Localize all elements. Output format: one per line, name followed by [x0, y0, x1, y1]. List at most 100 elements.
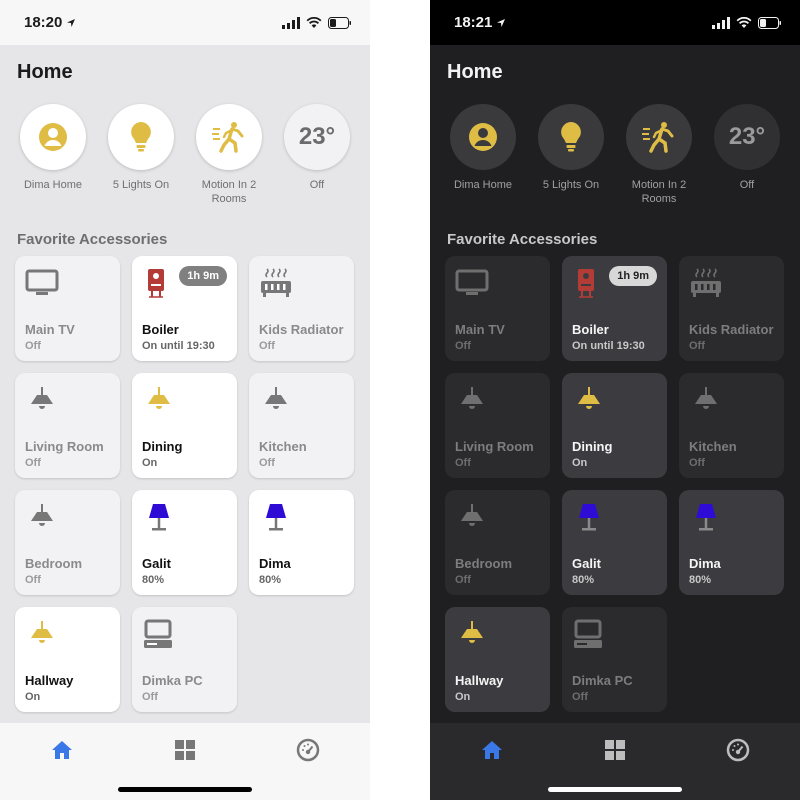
tab-dashboard[interactable] — [708, 737, 768, 763]
status-time: 18:21 — [454, 14, 493, 31]
tab-grid[interactable] — [585, 737, 645, 763]
tile-kitchen[interactable]: Kitchen Off — [249, 373, 354, 478]
home-icon — [51, 741, 72, 759]
tile-dimka-pc[interactable]: Dimka PC Off — [132, 607, 237, 712]
thermostat-temperature[interactable]: 23° — [284, 104, 350, 170]
timer-badge: 1h 9m — [179, 266, 227, 286]
summary-motion[interactable]: Motion In 2 Rooms — [185, 104, 273, 206]
tile-name: Galit — [572, 556, 601, 571]
tile-dimka-pc[interactable]: Dimka PC Off — [562, 607, 667, 712]
tile-state: Off — [25, 457, 41, 469]
tab-home[interactable] — [462, 737, 522, 763]
tile-name: Main TV — [25, 322, 75, 337]
tile-dima[interactable]: Dima 80% — [679, 490, 784, 595]
summary-motion[interactable]: Motion In 2 Rooms — [615, 104, 703, 206]
summary-motion-label: Motion In 2 Rooms — [631, 179, 687, 205]
lightbulb-icon — [561, 122, 581, 152]
tile-boiler[interactable]: 1h 9m Boiler On until 19:30 — [132, 256, 237, 361]
wifi-icon — [736, 16, 752, 28]
tile-kitchen[interactable]: Kitchen Off — [679, 373, 784, 478]
home-indicator[interactable] — [118, 787, 252, 792]
tile-galit[interactable]: Galit 80% — [562, 490, 667, 595]
summary-home-label: Dima Home — [453, 179, 513, 191]
pendant-lamp-icon — [148, 387, 170, 409]
pendant-lamp-icon — [31, 621, 53, 643]
dashboard-icon — [727, 738, 750, 762]
tile-dining[interactable]: Dining On — [132, 373, 237, 478]
home-indicator[interactable] — [548, 787, 682, 792]
tile-state: Off — [455, 457, 471, 469]
tile-name: Bedroom — [25, 556, 83, 571]
radiator-icon — [261, 268, 291, 297]
thermostat-temperature[interactable]: 23° — [714, 104, 780, 170]
tile-state: On — [455, 691, 471, 703]
grid-icon — [604, 740, 625, 760]
tile-state: 80% — [142, 574, 165, 586]
tile-name: Dimka PC — [142, 673, 203, 688]
status-bar: 18:21 — [430, 0, 800, 45]
tab-home[interactable] — [32, 737, 92, 763]
tile-name: Dima — [689, 556, 721, 571]
tile-name: Dining — [142, 439, 183, 454]
tile-state: Off — [259, 340, 275, 352]
summary-thermostat[interactable]: 23° Off — [703, 104, 791, 206]
tile-name: Living Room — [455, 439, 534, 454]
tile-hallway[interactable]: Hallway On — [445, 607, 550, 712]
person-running-icon — [212, 122, 244, 153]
boiler-icon — [148, 269, 164, 298]
person-circle-icon — [39, 123, 67, 151]
tile-state: 80% — [572, 574, 595, 586]
pendant-lamp-icon — [31, 387, 53, 409]
tile-boiler[interactable]: 1h 9m Boiler On until 19:30 — [562, 256, 667, 361]
tile-name: Boiler — [142, 322, 179, 337]
desktop-pc-icon — [574, 619, 602, 648]
tile-name: Galit — [142, 556, 171, 571]
summary-thermostat-label: Off — [739, 179, 755, 191]
summary-thermostat[interactable]: 23° Off — [273, 104, 361, 206]
tab-dashboard[interactable] — [278, 737, 338, 763]
tile-state: 80% — [259, 574, 282, 586]
pendant-lamp-icon — [31, 504, 53, 526]
summary-home[interactable]: Dima Home — [9, 104, 97, 206]
boiler-icon — [578, 269, 594, 298]
tile-name: Hallway — [455, 673, 504, 688]
tile-name: Living Room — [25, 439, 104, 454]
tile-dima[interactable]: Dima 80% — [249, 490, 354, 595]
wifi-icon — [306, 16, 322, 28]
summary-home[interactable]: Dima Home — [439, 104, 527, 206]
phone-screen-dark: 18:21 Home Dima Home 5 Lights On Motion … — [430, 0, 800, 800]
desktop-pc-icon — [144, 619, 172, 648]
summary-lights[interactable]: 5 Lights On — [97, 104, 185, 206]
tile-kids-radiator[interactable]: Kids Radiator Off — [679, 256, 784, 361]
tile-kids-radiator[interactable]: Kids Radiator Off — [249, 256, 354, 361]
tile-state: Off — [142, 691, 158, 703]
table-lamp-icon — [696, 504, 716, 531]
tile-state: On — [25, 691, 41, 703]
cellular-signal-icon — [282, 16, 300, 29]
tile-bedroom[interactable]: Bedroom Off — [15, 490, 120, 595]
tv-icon — [455, 269, 489, 295]
cellular-signal-icon — [712, 16, 730, 29]
status-time: 18:20 — [24, 14, 63, 31]
tile-bedroom[interactable]: Bedroom Off — [445, 490, 550, 595]
tile-living-room[interactable]: Living Room Off — [445, 373, 550, 478]
tile-state: Off — [689, 457, 705, 469]
tile-dining[interactable]: Dining On — [562, 373, 667, 478]
grid-icon — [174, 740, 195, 760]
tile-state: On until 19:30 — [572, 340, 645, 352]
tile-main-tv[interactable]: Main TV Off — [15, 256, 120, 361]
page-title: Home — [17, 61, 73, 83]
tile-hallway[interactable]: Hallway On — [15, 607, 120, 712]
tile-main-tv[interactable]: Main TV Off — [445, 256, 550, 361]
status-summary: Dima Home 5 Lights On Motion In 2 Rooms … — [9, 104, 363, 206]
tile-name: Bedroom — [455, 556, 513, 571]
tile-living-room[interactable]: Living Room Off — [15, 373, 120, 478]
tab-grid[interactable] — [155, 737, 215, 763]
summary-motion-label: Motion In 2 Rooms — [201, 179, 257, 205]
status-bar: 18:20 — [0, 0, 370, 45]
pendant-lamp-icon — [461, 621, 483, 643]
summary-lights[interactable]: 5 Lights On — [527, 104, 615, 206]
tile-galit[interactable]: Galit 80% — [132, 490, 237, 595]
summary-home-label: Dima Home — [23, 179, 83, 191]
location-arrow-icon — [497, 18, 506, 27]
